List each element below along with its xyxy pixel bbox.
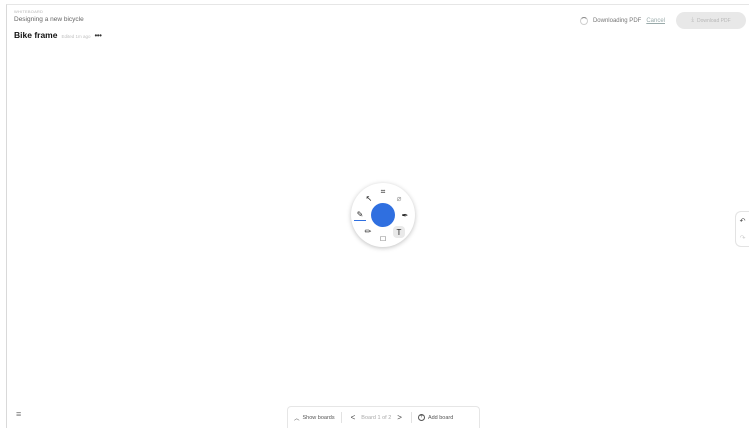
- chevron-up-icon: ︿: [294, 415, 300, 422]
- loading-spinner-icon: [579, 16, 588, 25]
- more-options-button[interactable]: •••: [95, 32, 102, 40]
- eraser-tool-icon[interactable]: ⌀: [393, 192, 405, 204]
- cancel-download-link[interactable]: Cancel: [646, 18, 665, 24]
- text-tool-icon[interactable]: T: [393, 226, 405, 238]
- history-controls: ↶ ↷: [735, 211, 749, 247]
- marker-tool-icon[interactable]: ✒: [399, 209, 411, 221]
- add-board-label: Add board: [427, 414, 454, 421]
- board-pager: < Board 1 of 2 >: [342, 407, 411, 428]
- pencil-tool-icon[interactable]: ✏: [362, 225, 374, 237]
- download-icon: ⤓: [691, 17, 694, 23]
- redo-icon[interactable]: ↷: [736, 229, 749, 246]
- show-boards-label: Show boards: [302, 414, 335, 421]
- board-navigation-bar: ︿ Show boards < Board 1 of 2 > + Add boa…: [287, 406, 480, 428]
- board-count: Board 1 of 2: [361, 414, 392, 421]
- pen-tool-icon[interactable]: ✎: [354, 209, 366, 221]
- tool-dial: ⌗ ↖ ⌀ ✎ ✒ ✏ □ T: [351, 183, 415, 247]
- board-title-row: Bike frame Edited 1m ago •••: [14, 30, 102, 40]
- capture-icon[interactable]: ⌗: [377, 186, 389, 198]
- select-tool-icon[interactable]: ↖: [363, 192, 375, 204]
- board-title[interactable]: Bike frame: [14, 30, 57, 40]
- shape-tool-icon[interactable]: □: [377, 232, 389, 244]
- board-meta: Edited 1m ago: [61, 34, 91, 39]
- download-pdf-label: Download PDF: [697, 17, 731, 24]
- add-board-button[interactable]: + Add board: [412, 407, 459, 428]
- download-area: Downloading PDF Cancel ⤓ Download PDF: [579, 12, 749, 29]
- download-pdf-button[interactable]: ⤓ Download PDF: [676, 12, 746, 29]
- chevron-right-icon[interactable]: >: [394, 413, 405, 422]
- plus-circle-icon: +: [417, 414, 425, 421]
- download-status: Downloading PDF: [592, 17, 642, 24]
- header: WHITEBOARD Designing a new bicycle: [14, 9, 84, 24]
- color-picker-button[interactable]: [371, 203, 395, 227]
- undo-icon[interactable]: ↶: [736, 212, 749, 229]
- menu-icon[interactable]: ≡: [16, 409, 21, 419]
- project-name[interactable]: Designing a new bicycle: [14, 15, 84, 24]
- show-boards-button[interactable]: ︿ Show boards: [288, 407, 341, 428]
- chevron-left-icon[interactable]: <: [348, 413, 359, 422]
